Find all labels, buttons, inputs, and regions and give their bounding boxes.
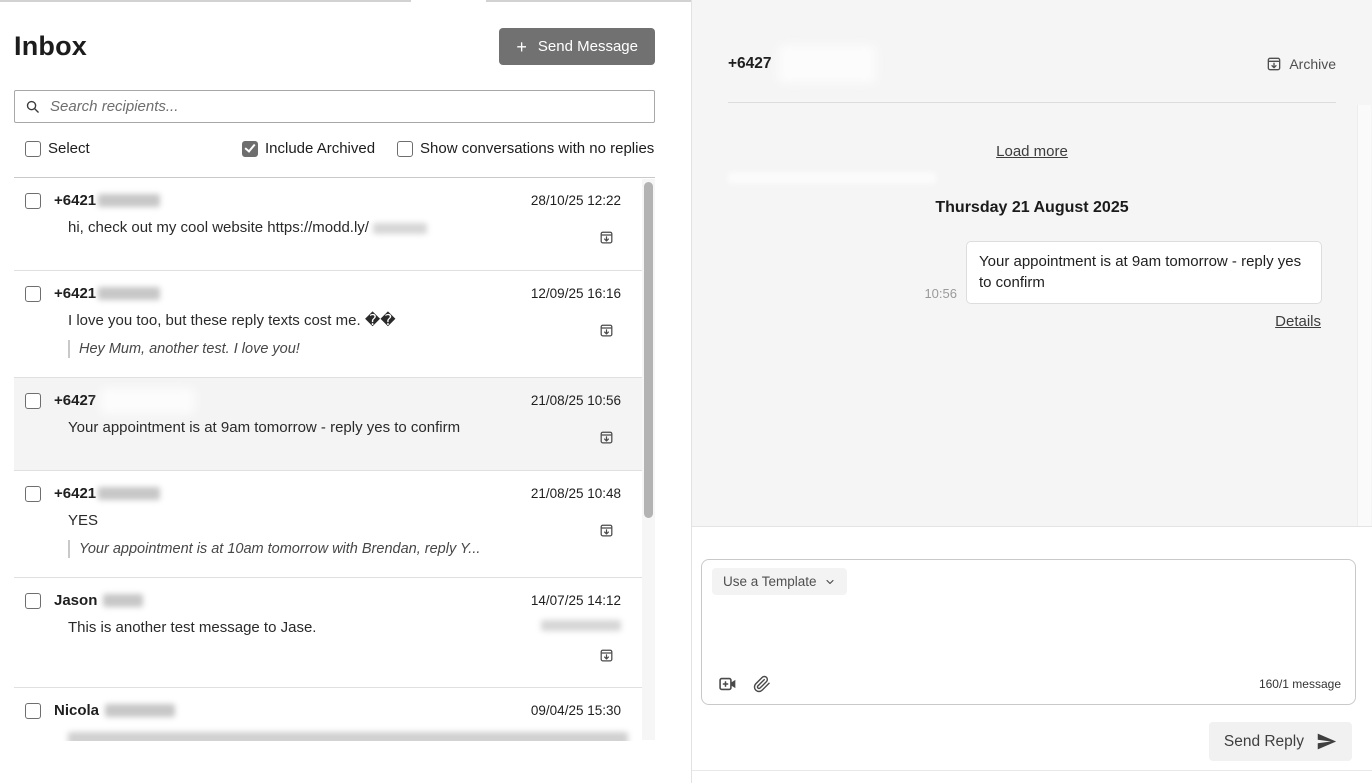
redacted-text [98,487,160,500]
contact-name: +6421 [54,485,96,502]
send-reply-label: Send Reply [1224,733,1304,751]
contact-name: Jason [54,592,97,609]
redacted-text [778,45,876,83]
row-checkbox[interactable] [25,393,41,409]
archive-button[interactable]: Archive [1266,56,1336,72]
message-datetime: 14/07/25 14:12 [531,593,621,608]
message-preview [68,728,535,741]
scrollbar-thumb[interactable] [644,182,653,518]
load-more-link[interactable]: Load more [996,143,1068,160]
page-title: Inbox [14,31,87,62]
message-datetime: 12/09/25 16:16 [531,286,621,301]
thread-scrollbar[interactable] [1357,105,1371,526]
send-message-button[interactable]: + Send Message [499,28,655,65]
inbox-panel: Inbox + Send Message Select [0,0,692,783]
search-box [14,90,655,123]
quoted-reply: Your appointment is at 10am tomorrow wit… [68,540,535,559]
conversation-row[interactable]: +6421 I love you too, but these reply te… [14,271,655,378]
conversation-list: +6421 hi, check out my cool website http… [14,177,655,741]
bottom-divider [692,770,1372,771]
checkbox-checked[interactable] [242,141,258,157]
checkbox-unchecked[interactable] [25,141,41,157]
conversation-panel: +6427 Archive Load more Thursday 21 Augu… [692,0,1372,783]
filter-bar: Select Include Archived Show conversatio… [14,140,655,162]
reply-composer: Use a Template 160/1 message [701,559,1356,705]
row-checkbox[interactable] [25,193,41,209]
conversation-row[interactable]: +6421 YES Your appointment is at 10am to… [14,471,655,578]
checkbox-unchecked[interactable] [397,141,413,157]
quoted-reply: Hey Mum, another test. I love you! [68,340,535,359]
message-datetime: 09/04/25 15:30 [531,703,621,718]
add-video-icon[interactable] [718,674,738,694]
archive-icon[interactable] [599,648,614,663]
message-datetime: 21/08/25 10:48 [531,486,621,501]
archive-icon [1266,56,1282,72]
use-template-button[interactable]: Use a Template [712,568,847,595]
send-reply-button[interactable]: Send Reply [1209,722,1352,761]
contact-name: +6421 [54,192,96,209]
archive-icon[interactable] [599,523,614,538]
redacted-text [98,287,160,300]
message-preview: YES [68,511,535,531]
details-link[interactable]: Details [1275,313,1321,330]
search-input[interactable] [48,97,644,116]
conversation-row[interactable]: Jason This is another test message to Ja… [14,578,655,688]
search-icon [25,99,40,114]
select-checkbox[interactable]: Select [25,140,90,157]
row-checkbox[interactable] [25,593,41,609]
top-border-segment [486,0,691,2]
redacted-text [373,223,427,234]
redacted-text [105,704,175,717]
use-template-label: Use a Template [723,574,817,589]
redacted-text [100,388,195,414]
archive-icon[interactable] [599,323,614,338]
show-no-replies-label: Show conversations with no replies [420,140,654,157]
message-datetime: 28/10/25 12:22 [531,193,621,208]
archive-label: Archive [1289,56,1336,72]
top-border-segment [0,0,411,2]
plus-icon: + [516,38,527,56]
list-scrollbar[interactable] [642,179,655,740]
message-datetime: 21/08/25 10:56 [531,393,621,408]
reply-input[interactable] [712,602,1345,666]
select-label: Select [48,140,90,157]
row-checkbox[interactable] [25,703,41,719]
message-preview: Your appointment is at 9am tomorrow - re… [68,418,535,438]
message-thread-area: +6427 Archive Load more Thursday 21 Augu… [692,0,1372,527]
thread-date-header: Thursday 21 August 2025 [728,199,1336,217]
send-icon [1316,731,1337,752]
outgoing-message-bubble: Your appointment is at 9am tomorrow - re… [966,241,1322,304]
header-divider [728,102,1336,103]
attachment-icon[interactable] [753,675,771,693]
row-checkbox[interactable] [25,286,41,302]
reply-composer-area: Use a Template 160/1 message [692,527,1372,783]
redacted-text [728,172,936,184]
character-counter: 160/1 message [1259,677,1341,691]
conversation-row[interactable]: +6421 hi, check out my cool website http… [14,178,655,271]
chevron-down-icon [824,576,836,588]
message-preview: hi, check out my cool website https://mo… [68,218,535,238]
show-no-replies-checkbox[interactable]: Show conversations with no replies [397,140,654,157]
send-message-label: Send Message [538,38,638,55]
include-archived-checkbox[interactable]: Include Archived [242,140,375,157]
redacted-text [98,194,160,207]
contact-name: Nicola [54,702,99,719]
message-time: 10:56 [924,286,957,301]
archive-icon[interactable] [599,230,614,245]
contact-name: +6427 [54,392,96,409]
message-preview: I love you too, but these reply texts co… [68,311,535,331]
conversation-row-selected[interactable]: +6427 Your appointment is at 9am tomorro… [14,378,655,471]
contact-name: +6421 [54,285,96,302]
redacted-text [103,594,143,607]
conversation-row[interactable]: Nicola 09/04/25 15:30 [14,688,655,741]
app: Inbox + Send Message Select [0,0,1372,783]
redacted-text [68,732,628,741]
contact-header: +6427 [728,55,876,73]
message-preview: This is another test message to Jase. [68,618,535,638]
redacted-text [541,620,621,631]
archive-icon[interactable] [599,430,614,445]
include-archived-label: Include Archived [265,140,375,157]
row-checkbox[interactable] [25,486,41,502]
